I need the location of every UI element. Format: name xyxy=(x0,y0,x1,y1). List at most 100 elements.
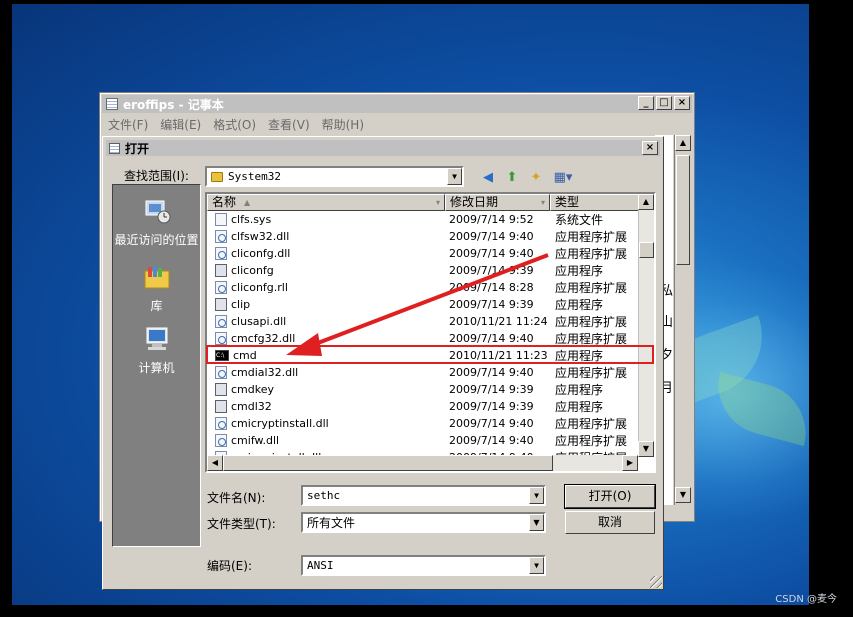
file-name-cell: cliconfg.rll xyxy=(215,281,288,294)
column-header-type[interactable]: 类型 xyxy=(550,194,642,211)
application-icon xyxy=(215,400,227,413)
place-recent[interactable]: 最近访问的位置 xyxy=(113,197,200,248)
scroll-up-arrow[interactable]: ▲ xyxy=(638,194,654,210)
menu-format[interactable]: 格式(O) xyxy=(213,116,256,133)
scroll-thumb[interactable] xyxy=(639,242,654,258)
view-menu-icon[interactable]: ▦▾ xyxy=(551,168,575,186)
dll-file-icon xyxy=(215,332,227,345)
notepad-vscrollbar[interactable]: ▲ ▼ xyxy=(674,135,692,505)
file-date: 2009/7/14 9:40 xyxy=(449,434,534,447)
file-name: clfs.sys xyxy=(231,213,272,226)
open-button[interactable]: 打开(O) xyxy=(564,484,656,509)
encoding-value: ANSI xyxy=(307,559,334,572)
filetype-value: 所有文件 xyxy=(307,516,356,530)
file-type: 应用程序扩展 xyxy=(555,417,628,431)
file-type: 系统文件 xyxy=(555,213,604,227)
scroll-down-arrow[interactable]: ▼ xyxy=(675,487,691,503)
place-computer[interactable]: 计算机 xyxy=(113,325,200,376)
file-type: 应用程序扩展 xyxy=(555,434,628,448)
file-row[interactable]: cmifw.dll 2009/7/14 9:40 应用程序扩展 xyxy=(207,432,640,449)
chevron-down-icon[interactable]: ▼ xyxy=(529,557,544,574)
file-row[interactable]: cliconfg 2009/7/14 9:39 应用程序 xyxy=(207,262,640,279)
scroll-left-arrow[interactable]: ◀ xyxy=(207,455,223,471)
scroll-thumb[interactable] xyxy=(223,455,553,471)
place-libraries[interactable]: 库 xyxy=(113,263,200,314)
look-in-combo[interactable]: System32 ▼ xyxy=(205,166,464,187)
new-folder-icon[interactable]: ✦ xyxy=(527,168,545,186)
minimize-button[interactable]: _ xyxy=(638,96,654,110)
menu-edit[interactable]: 编辑(E) xyxy=(160,116,201,133)
filename-label: 文件名(N): xyxy=(207,491,266,505)
file-date: 2009/7/14 9:40 xyxy=(449,417,534,430)
notepad-titlebar[interactable]: eroffips - 记事本 _ □ × xyxy=(102,95,692,113)
up-folder-icon[interactable]: ⬆ xyxy=(503,168,521,186)
file-row[interactable]: cliconfg.dll 2009/7/14 9:40 应用程序扩展 xyxy=(207,245,640,262)
file-type: 应用程序 xyxy=(555,383,604,397)
computer-icon xyxy=(146,327,167,350)
encoding-select[interactable]: ANSI ▼ xyxy=(301,555,546,576)
file-name: cmicryptinstall.dll xyxy=(231,417,329,430)
place-label: 最近访问的位置 xyxy=(114,233,199,247)
list-hscrollbar[interactable]: ◀ ▶ xyxy=(207,455,638,471)
file-name-cell: cmdial32.dll xyxy=(215,366,298,379)
file-type: 应用程序扩展 xyxy=(555,281,628,295)
file-row[interactable]: clfs.sys 2009/7/14 9:52 系统文件 xyxy=(207,211,640,228)
file-date: 2009/7/14 9:40 xyxy=(449,366,534,379)
place-label: 库 xyxy=(150,299,163,313)
file-list[interactable]: 名称 ▲ ▾ 修改日期 ▾ 类型 clfs.sys 2009/7/14 9:52 系… xyxy=(205,192,656,473)
resize-grip[interactable] xyxy=(650,576,662,588)
file-name: clusapi.dll xyxy=(231,315,287,328)
dialog-close-button[interactable]: × xyxy=(642,141,658,155)
file-row[interactable]: cmdl32 2009/7/14 9:39 应用程序 xyxy=(207,398,640,415)
chevron-down-icon[interactable]: ▼ xyxy=(529,487,544,504)
file-type: 应用程序 xyxy=(555,298,604,312)
file-name: cliconfg.dll xyxy=(231,247,291,260)
column-header-date[interactable]: 修改日期 ▾ xyxy=(445,194,550,211)
file-row[interactable]: cliconfg.rll 2009/7/14 8:28 应用程序扩展 xyxy=(207,279,640,296)
menu-view[interactable]: 查看(V) xyxy=(268,116,310,133)
file-row[interactable]: cmicryptinstall.dll 2009/7/14 9:40 应用程序扩展 xyxy=(207,415,640,432)
filetype-label: 文件类型(T): xyxy=(207,517,276,531)
column-header-name[interactable]: 名称 ▲ ▾ xyxy=(207,194,445,211)
notepad-menubar: 文件(F) 编辑(E) 格式(O) 查看(V) 帮助(H) xyxy=(102,115,692,133)
chevron-down-icon: ▾ xyxy=(540,198,545,207)
file-date: 2009/7/14 9:52 xyxy=(449,213,534,226)
scroll-up-arrow[interactable]: ▲ xyxy=(675,135,691,151)
scroll-down-arrow[interactable]: ▼ xyxy=(638,441,654,457)
places-bar: 最近访问的位置 库 计算机 xyxy=(112,184,201,547)
column-label: 修改日期 xyxy=(450,195,499,209)
dialog-titlebar[interactable]: 打开 × xyxy=(106,140,660,156)
maximize-button[interactable]: □ xyxy=(656,96,672,110)
menu-help[interactable]: 帮助(H) xyxy=(322,116,364,133)
file-name: clfsw32.dll xyxy=(231,230,290,243)
list-vscrollbar[interactable]: ▲ ▼ xyxy=(638,194,654,457)
chevron-down-icon: ▾ xyxy=(435,198,440,207)
cancel-button[interactable]: 取消 xyxy=(565,511,655,534)
file-date: 2009/7/14 8:28 xyxy=(449,281,534,294)
dll-file-icon xyxy=(215,366,227,379)
application-icon xyxy=(215,298,227,311)
filename-value: sethc xyxy=(307,489,341,502)
file-row[interactable]: cmdkey 2009/7/14 9:39 应用程序 xyxy=(207,381,640,398)
dialog-icon xyxy=(109,142,120,154)
cmd-highlight-box xyxy=(206,345,654,364)
chevron-down-icon[interactable]: ▼ xyxy=(447,168,462,185)
file-row[interactable]: clfsw32.dll 2009/7/14 9:40 应用程序扩展 xyxy=(207,228,640,245)
file-row[interactable]: cmdial32.dll 2009/7/14 9:40 应用程序扩展 xyxy=(207,364,640,381)
close-button[interactable]: × xyxy=(674,96,690,110)
look-in-label: 查找范围(I): xyxy=(124,169,189,183)
scroll-thumb[interactable] xyxy=(676,155,690,265)
menu-file[interactable]: 文件(F) xyxy=(108,116,148,133)
file-row[interactable]: clip 2009/7/14 9:39 应用程序 xyxy=(207,296,640,313)
file-name-cell: cmifw.dll xyxy=(215,434,279,447)
file-row[interactable]: clusapi.dll 2010/11/21 11:24 应用程序扩展 xyxy=(207,313,640,330)
filetype-select[interactable]: 所有文件 ▼ xyxy=(301,512,546,533)
file-date: 2009/7/14 9:40 xyxy=(449,247,534,260)
file-date: 2009/7/14 9:40 xyxy=(449,332,534,345)
chevron-down-icon[interactable]: ▼ xyxy=(529,514,544,531)
dll-file-icon xyxy=(215,281,227,294)
file-name-cell: clusapi.dll xyxy=(215,315,286,328)
filename-input[interactable]: sethc ▼ xyxy=(301,485,546,506)
scroll-right-arrow[interactable]: ▶ xyxy=(622,455,638,471)
back-icon[interactable]: ◀ xyxy=(479,168,497,186)
